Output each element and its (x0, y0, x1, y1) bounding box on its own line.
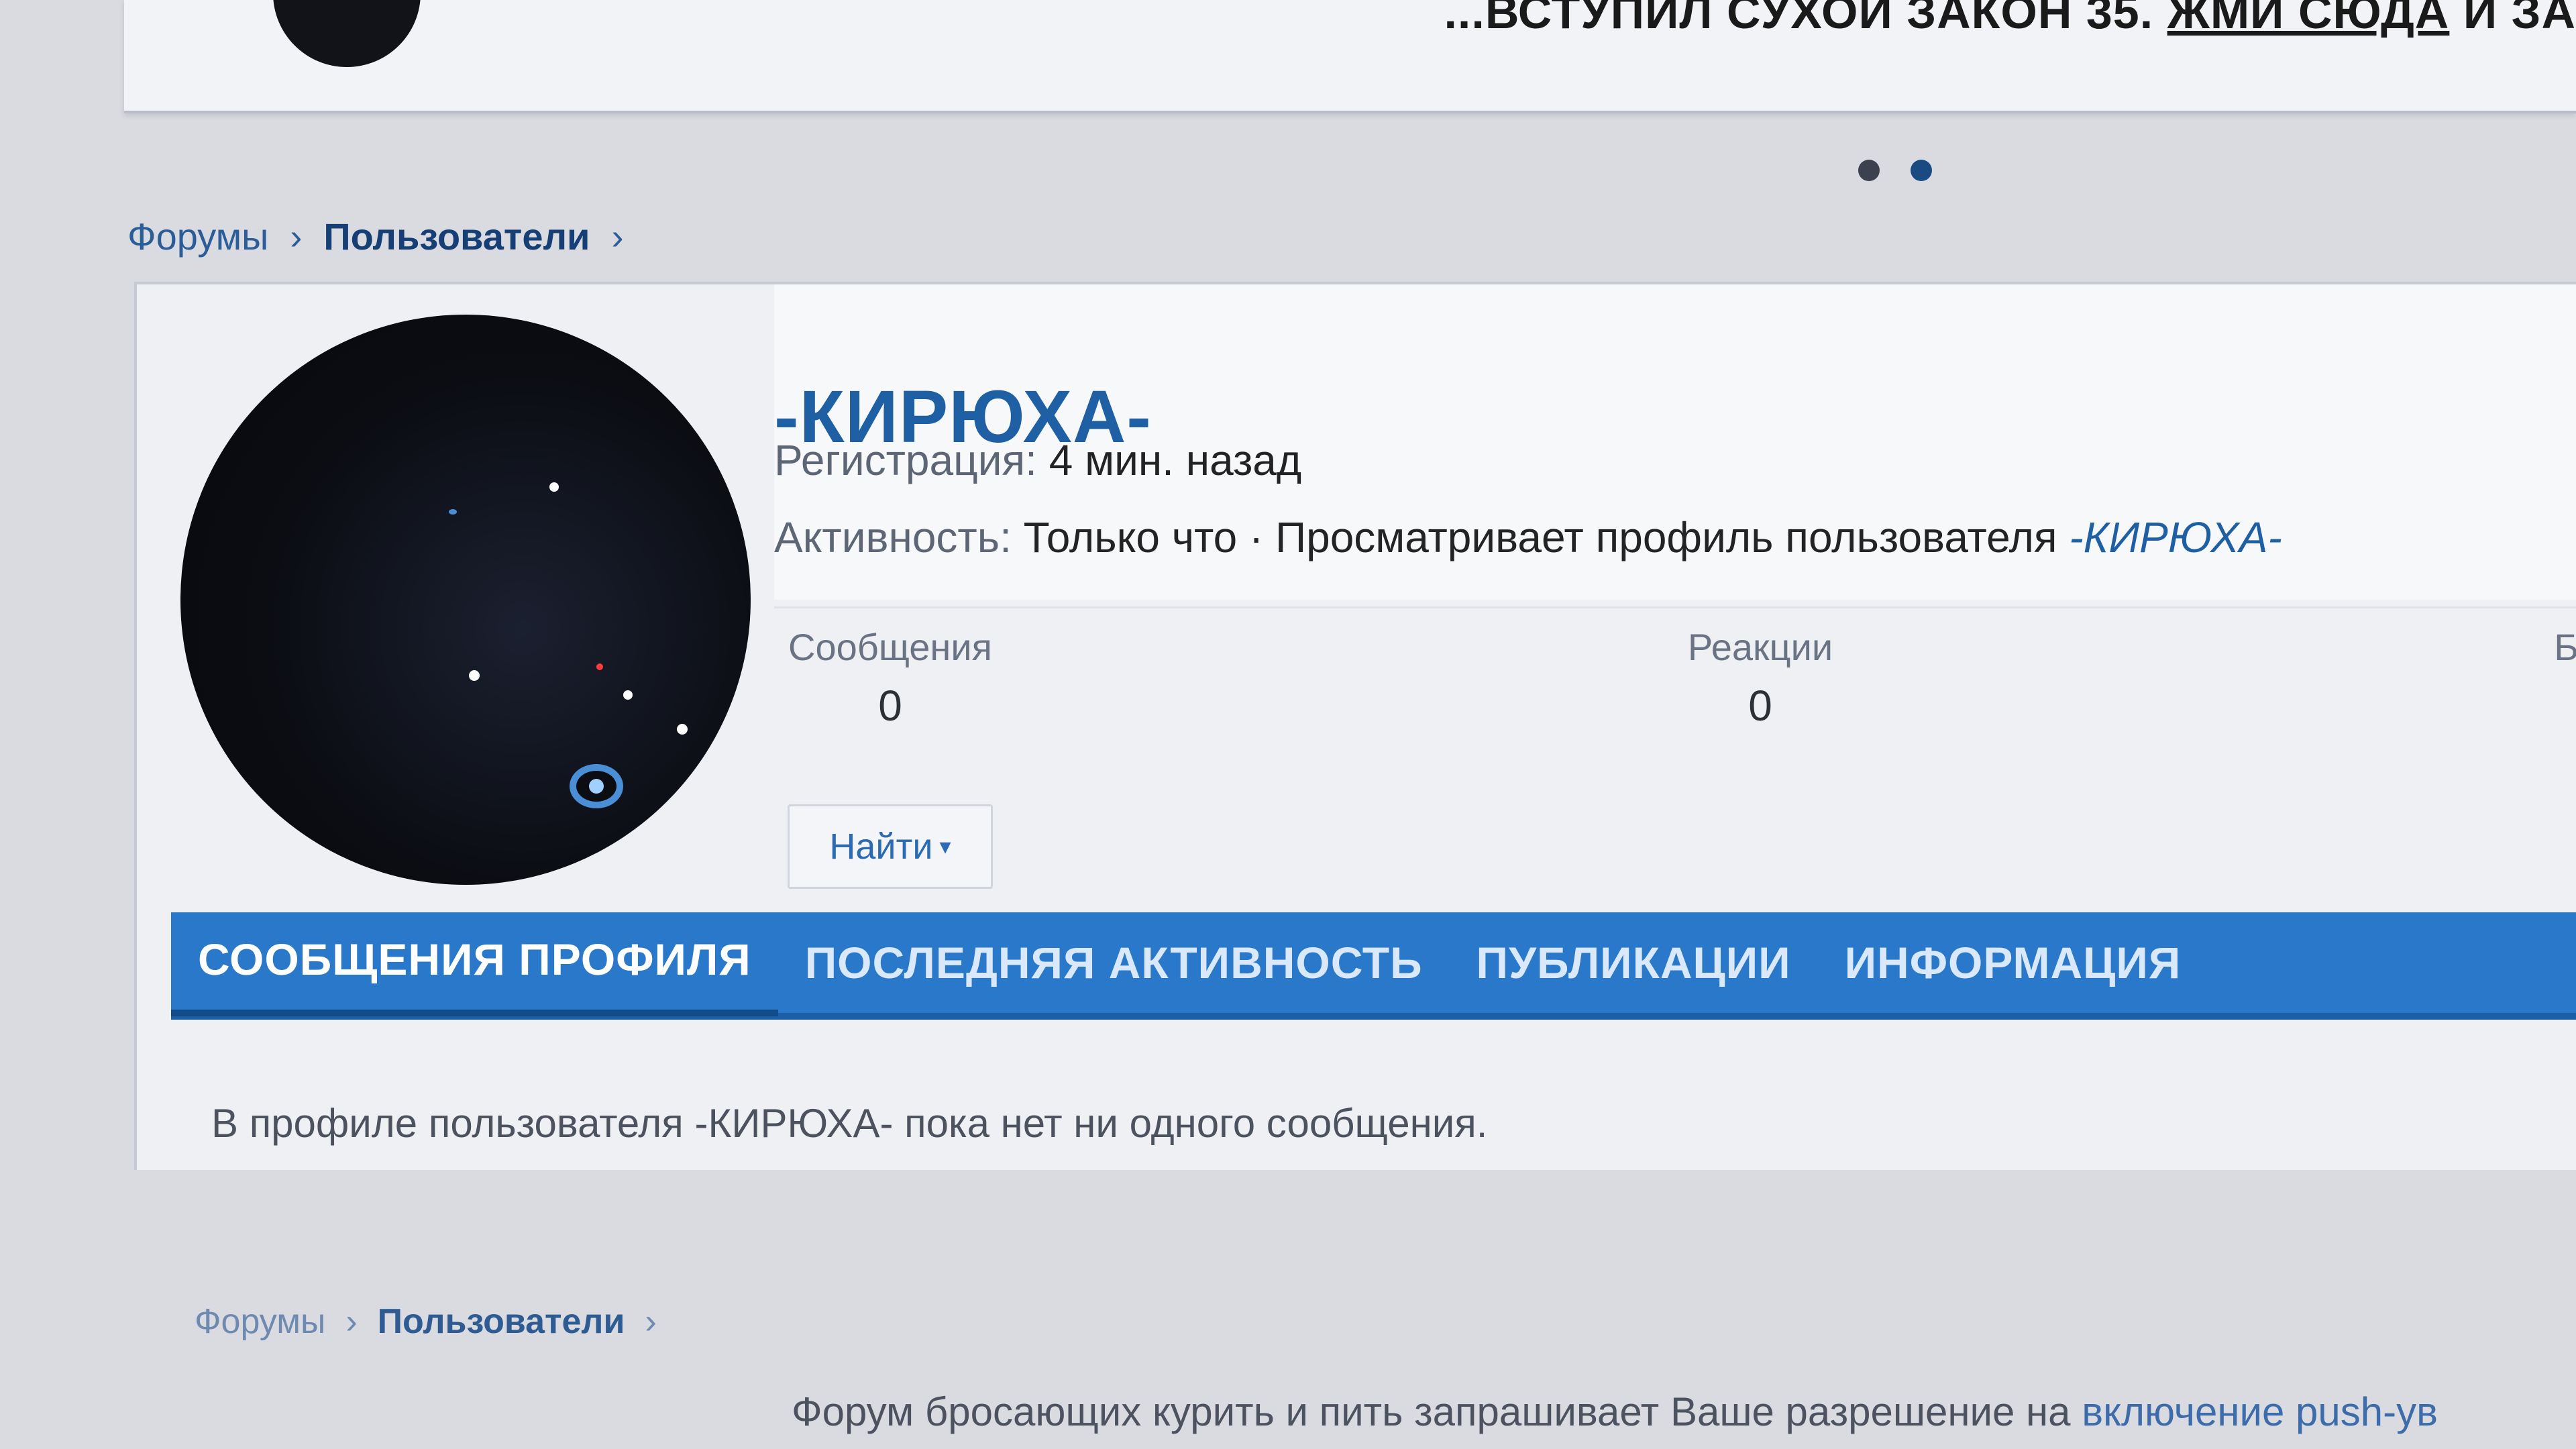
carousel-dot-active[interactable] (1911, 160, 1932, 181)
stat-messages[interactable]: Сообщения 0 (780, 625, 1001, 731)
activity-label: Активность: (774, 513, 1012, 561)
breadcrumb-separator: › (645, 1302, 657, 1341)
banner-text-tail: И ЗА (2463, 0, 2576, 38)
stat-reactions[interactable]: Реакции 0 (1666, 625, 1854, 731)
banner-text: ...ВСТУПИЛ СУХОЙ ЗАКОН 35. ЖМИ СЮДА И ЗА (1444, 0, 2576, 39)
activity-line: Активность: Только что · Просматривает п… (774, 513, 2282, 562)
breadcrumb-bottom-forums[interactable]: Форумы (195, 1301, 325, 1342)
breadcrumb-separator: › (290, 216, 303, 257)
registration-line: Регистрация: 4 мин. назад (774, 435, 1301, 485)
profile-stats: Сообщения 0 Реакции 0 Б (774, 606, 2576, 756)
avatar-spark (549, 482, 559, 492)
stat-truncated-label: Б (2554, 626, 2576, 668)
top-banner: ...ВСТУПИЛ СУХОЙ ЗАКОН 35. ЖМИ СЮДА И ЗА (124, 0, 2576, 113)
banner-avatar (273, 0, 421, 67)
tab-profile-posts[interactable]: Сообщения профиля (171, 909, 778, 1016)
breadcrumb-separator: › (345, 1302, 358, 1341)
stat-reactions-value: 0 (1748, 682, 1772, 730)
breadcrumb: Форумы › Пользователи › (127, 215, 623, 258)
push-notice-link[interactable]: включение push-ув (2082, 1389, 2438, 1434)
carousel-dots (1858, 160, 1932, 181)
profile-tabs: Сообщения профиля Последняя активность П… (171, 912, 2576, 1020)
empty-profile-message: В профиле пользователя -КИРЮХА- пока нет… (211, 1101, 1488, 1146)
avatar-ring (570, 764, 623, 808)
avatar-spark (449, 509, 457, 515)
breadcrumb-separator: › (611, 216, 624, 257)
banner-text-main: ...ВСТУПИЛ СУХОЙ ЗАКОН 35. (1444, 0, 2154, 38)
tab-about[interactable]: Информация (1818, 912, 2208, 1013)
stat-messages-label: Сообщения (788, 626, 992, 668)
avatar-spark (469, 670, 480, 681)
activity-user-link[interactable]: -КИРЮХА- (2069, 513, 2282, 561)
breadcrumb-bottom: Форумы › Пользователи › (195, 1301, 657, 1342)
breadcrumb-forums[interactable]: Форумы (127, 215, 268, 258)
activity-value: Только что · Просматривает профиль польз… (1023, 513, 2057, 561)
chevron-down-icon: ▾ (939, 834, 951, 859)
avatar[interactable] (180, 315, 751, 885)
push-notice-text: Форум бросающих курить и пить запрашивае… (792, 1389, 2071, 1434)
find-button-label: Найти (829, 826, 933, 867)
stat-messages-value: 0 (878, 682, 902, 730)
carousel-dot[interactable] (1858, 160, 1880, 181)
avatar-spark (677, 724, 688, 735)
tab-latest-activity[interactable]: Последняя активность (778, 912, 1450, 1013)
registration-label: Регистрация: (774, 436, 1037, 484)
registration-value: 4 мин. назад (1049, 436, 1302, 484)
avatar-spark (596, 663, 603, 670)
stat-reactions-label: Реакции (1687, 626, 1833, 668)
breadcrumb-users[interactable]: Пользователи (323, 215, 590, 258)
tab-postings[interactable]: Публикации (1450, 912, 1818, 1013)
push-notification-notice: Форум бросающих курить и пить запрашивае… (792, 1389, 2438, 1435)
avatar-ring-core (589, 779, 604, 794)
breadcrumb-bottom-users[interactable]: Пользователи (378, 1301, 625, 1342)
avatar-spark (623, 690, 633, 700)
profile-card: -КИРЮХА- Регистрация: 4 мин. назад Актив… (134, 282, 2576, 1170)
banner-link[interactable]: ЖМИ СЮДА (2167, 0, 2450, 38)
find-button[interactable]: Найти ▾ (788, 804, 993, 889)
